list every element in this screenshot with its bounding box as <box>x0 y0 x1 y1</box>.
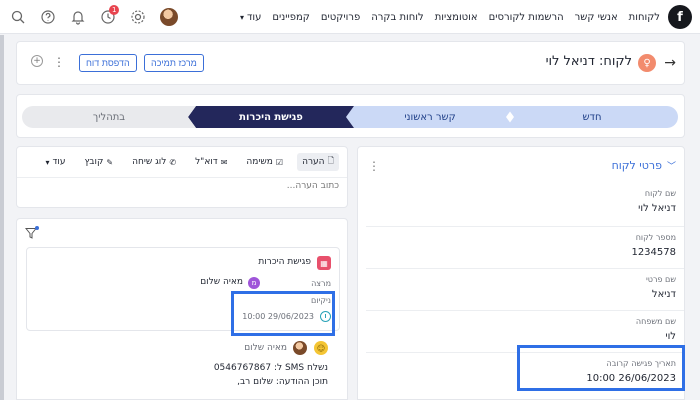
tab-label: לוג שיחה <box>132 157 167 167</box>
tab-label: עוד <box>52 157 66 167</box>
phone-icon: ✆ <box>169 157 177 167</box>
search-icon[interactable] <box>10 9 26 25</box>
tab-file[interactable]: ✎ קובץ <box>79 155 118 169</box>
page-title: לקוח: דניאל לוי <box>545 54 632 69</box>
stage-in-progress[interactable]: בתהליך <box>22 106 196 128</box>
tab-label: דוא"ל <box>195 157 218 167</box>
chevron-down-icon: ▾ <box>45 157 50 167</box>
sms-icon: ☺ <box>314 341 328 355</box>
nav-item-dashboards[interactable]: לוחות בקרה <box>371 12 423 23</box>
stage-initial-contact[interactable]: קשר ראשוני <box>346 106 514 128</box>
nav-more-menu[interactable]: עוד ▾ <box>240 12 261 23</box>
sms-author: מאיה שלום <box>244 343 287 353</box>
plus-circle-icon[interactable]: + <box>31 55 43 67</box>
field-customer-name[interactable]: שם לקוח דניאל לוי <box>366 183 684 227</box>
meeting-title: פגישת היכרות <box>258 257 311 267</box>
highlight-box-deadline <box>231 291 335 336</box>
record-header: → ♀ לקוח: דניאל לוי מרכז תמיכה הדפסת דוח… <box>16 41 685 85</box>
tab-label: הערה <box>302 157 325 167</box>
help-icon[interactable] <box>40 9 56 25</box>
nav-item-automations[interactable]: אוטומציות <box>435 12 478 23</box>
composer-tabs: 🗋 הערה ☑ משימה ✉ דוא"ל ✆ לוג שיחה ✎ קובץ… <box>40 153 339 171</box>
tab-more[interactable]: עוד ▾ <box>40 155 70 169</box>
checkbox-icon: ☑ <box>275 157 284 167</box>
nav-item-customers[interactable]: לקוחות <box>629 12 660 23</box>
app-logo[interactable]: f <box>668 5 692 29</box>
sms-recipient-line: נשלח SMS ל: 0546767867 <box>213 363 328 373</box>
pipeline-stages: חדש קשר ראשוני פגישת היכרות בתהליך <box>16 94 685 138</box>
field-customer-number[interactable]: מספר לקוח 1234578 <box>366 227 684 269</box>
stage-intro-meeting[interactable]: פגישת היכרות <box>188 106 354 128</box>
tab-call-log[interactable]: ✆ לוג שיחה <box>127 155 181 169</box>
nav-item-projects[interactable]: פרויקטים <box>321 12 360 23</box>
field-label: שם משפחה <box>635 317 676 326</box>
nav-item-course-registrations[interactable]: הרשמות לקורסים <box>489 12 564 23</box>
scrollbar[interactable] <box>0 35 4 400</box>
tab-label: משימה <box>246 157 273 167</box>
assigned-label: מרצה <box>311 279 331 288</box>
history-icon[interactable]: 1 <box>100 5 120 25</box>
highlight-box-meeting-date <box>517 345 685 391</box>
note-input[interactable] <box>23 181 339 191</box>
print-report-button[interactable]: הדפסת דוח <box>79 54 137 72</box>
nav-item-campaigns[interactable]: קמפיינים <box>272 12 309 23</box>
notification-badge: 1 <box>109 5 120 15</box>
sms-content-line: תוכן ההודעה: שלום רב, <box>237 377 328 387</box>
top-navbar: f לקוחות אנשי קשר הרשמות לקורסים אוטומצי… <box>0 0 700 34</box>
avatar <box>293 341 307 355</box>
more-options-icon[interactable]: ⋮ <box>368 159 380 173</box>
note-icon: 🗋 <box>327 156 334 165</box>
tab-note[interactable]: 🗋 הערה <box>297 153 339 171</box>
chevron-down-icon: ﹀ <box>666 162 676 172</box>
gear-icon[interactable] <box>130 9 146 25</box>
nav-more-label: עוד <box>246 11 262 23</box>
nav-icons: 1 <box>10 0 178 34</box>
field-value: לוי <box>665 331 676 342</box>
customer-icon: ♀ <box>638 54 656 72</box>
nav-item-contacts[interactable]: אנשי קשר <box>575 12 618 23</box>
assignee-name: מאיה שלום <box>200 277 243 287</box>
bell-icon[interactable] <box>70 9 86 25</box>
field-value: דניאל <box>651 289 676 300</box>
details-section-toggle[interactable]: ﹀ פרטי לקוח <box>612 159 676 172</box>
field-label: שם פרטי <box>645 275 676 284</box>
assignee-badge: מ <box>248 277 260 289</box>
envelope-icon: ✉ <box>220 157 228 167</box>
calendar-icon: ▦ <box>317 256 331 270</box>
details-title: פרטי לקוח <box>611 159 662 172</box>
tab-email[interactable]: ✉ דוא"ל <box>190 155 232 169</box>
divider <box>17 177 347 178</box>
field-label: מספר לקוח <box>635 233 676 242</box>
arrow-back-icon[interactable]: → <box>664 55 676 71</box>
paperclip-icon: ✎ <box>106 157 114 167</box>
tab-task[interactable]: ☑ משימה <box>241 155 288 169</box>
field-label: שם לקוח <box>644 189 676 198</box>
field-value: דניאל לוי <box>638 203 676 214</box>
user-avatar[interactable] <box>160 8 178 26</box>
main-menu: לקוחות אנשי קשר הרשמות לקורסים אוטומציות… <box>240 0 660 34</box>
field-first-name[interactable]: שם פרטי דניאל <box>366 269 684 311</box>
more-options-icon[interactable]: ⋮ <box>53 55 65 69</box>
stage-new[interactable]: חדש <box>506 106 678 128</box>
chevron-down-icon: ▾ <box>239 12 244 22</box>
activity-composer: 🗋 הערה ☑ משימה ✉ דוא"ל ✆ לוג שיחה ✎ קובץ… <box>16 146 348 208</box>
field-value: 1234578 <box>631 247 676 258</box>
filter-active-dot <box>35 226 39 230</box>
tab-label: קובץ <box>84 157 104 167</box>
support-center-button[interactable]: מרכז תמיכה <box>144 54 204 72</box>
